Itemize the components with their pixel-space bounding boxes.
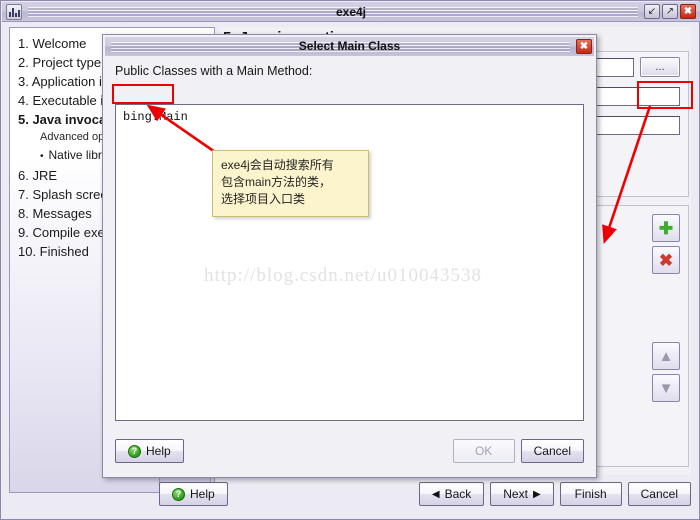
main-help-label: Help (190, 487, 215, 501)
close-button[interactable]: ✖ (680, 4, 696, 19)
arrow-right-icon: ▶ (532, 488, 541, 500)
move-down-button[interactable]: ▼ (652, 374, 680, 402)
annotation-note: exe4j会自动搜索所有 包含main方法的类， 选择项目入口类 (212, 150, 369, 217)
next-button[interactable]: Next ▶ (490, 482, 554, 506)
select-main-class-dialog: Select Main Class ✖ Public Classes with … (102, 34, 597, 478)
move-up-button[interactable]: ▲ (652, 342, 680, 370)
main-button-bar: ? Help ◀ Back Next ▶ Finish Cancel (9, 477, 691, 511)
window-controls: ↙ ↗ ✖ (644, 4, 696, 19)
dialog-cancel-button[interactable]: Cancel (520, 439, 584, 463)
note-line-3: 选择项目入口类 (221, 192, 306, 206)
dialog-body: Public Classes with a Main Method: bing.… (105, 56, 594, 475)
add-button[interactable]: ✚ (652, 214, 680, 242)
app-chart-icon (6, 3, 22, 20)
maximize-button[interactable]: ↗ (662, 4, 678, 19)
watermark-text: http://blog.csdn.net/u010043538 (204, 265, 482, 286)
back-label: Back (444, 487, 472, 501)
navigation-buttons: ◀ Back Next ▶ Finish Cancel (418, 482, 691, 506)
dialog-ok-button[interactable]: OK (452, 439, 515, 463)
classpath-tool-buttons: ✚ ✖ ▲ ▼ (652, 214, 680, 406)
dialog-help-button[interactable]: ? Help (115, 439, 184, 463)
finish-button[interactable]: Finish (559, 482, 622, 506)
back-button[interactable]: ◀ Back (418, 482, 485, 506)
note-line-1: exe4j会自动搜索所有 (221, 158, 334, 172)
tool-button-gap (652, 278, 680, 342)
dialog-button-bar: ? Help OK Cancel (115, 437, 584, 465)
note-line-2: 包含main方法的类， (221, 175, 332, 189)
dialog-list-label: Public Classes with a Main Method: (115, 64, 313, 78)
dialog-close-button[interactable]: ✖ (576, 39, 592, 54)
dialog-help-label: Help (146, 444, 171, 458)
main-cancel-button[interactable]: Cancel (627, 482, 691, 506)
next-label: Next (503, 487, 528, 501)
browse-main-class-button[interactable]: ... (640, 57, 680, 77)
list-item[interactable]: bing.Main (119, 108, 192, 126)
dialog-title: Select Main Class (298, 39, 401, 53)
main-help-button[interactable]: ? Help (159, 482, 228, 506)
help-icon: ? (172, 487, 185, 501)
main-title-bar: exe4j ↙ ↗ ✖ (2, 2, 700, 22)
dialog-title-bar: Select Main Class ✖ (105, 37, 594, 56)
screenshot-root: exe4j ↙ ↗ ✖ 1. Welcome 2. Project type 3… (0, 0, 700, 520)
arrow-left-icon: ◀ (431, 488, 440, 500)
delete-button[interactable]: ✖ (652, 246, 680, 274)
title-bar-stripes-left (28, 5, 638, 19)
help-icon: ? (128, 444, 141, 458)
restore-button[interactable]: ↙ (644, 4, 660, 19)
